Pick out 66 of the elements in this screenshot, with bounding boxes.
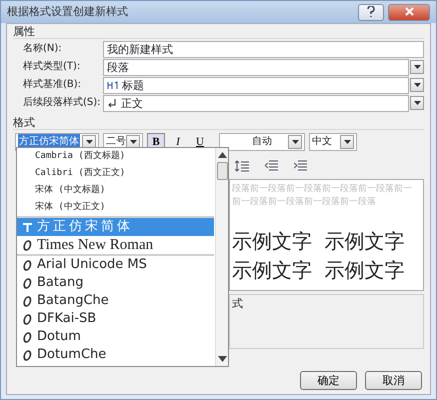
caret-icon (86, 140, 92, 144)
scrollbar-thumb[interactable] (216, 162, 228, 180)
ok-button[interactable]: 确定 (300, 371, 357, 390)
font-list-item[interactable]: DFKai-SB (17, 310, 214, 328)
font-list-item[interactable]: Batang (17, 274, 214, 292)
field-value: 段落 (107, 60, 130, 74)
caret-icon (414, 101, 420, 105)
window-title: 根据格式设置创建新样式 (7, 5, 128, 19)
italic-button[interactable]: I (169, 133, 187, 151)
input-field[interactable]: 我的新建样式 (103, 40, 424, 58)
font-color-combo-box[interactable]: 自动 (219, 133, 305, 151)
combo-box[interactable]: 正文 (103, 94, 409, 112)
field-label: 样式基准(B): (22, 78, 82, 92)
caret-icon (130, 140, 136, 144)
underline-button[interactable]: U (191, 133, 209, 151)
opentype-font-icon (21, 350, 33, 360)
return-arrow-icon (107, 98, 117, 108)
opentype-font-icon (21, 260, 33, 270)
combo-box[interactable]: 标题 (103, 76, 409, 94)
font-list-item[interactable]: Arial Unicode MS (17, 256, 214, 274)
field-label: 后续段落样式(S): (22, 96, 102, 110)
caret-icon (344, 140, 350, 144)
heading-style-icon (107, 80, 118, 90)
dropdown-arrow-button[interactable] (410, 60, 424, 74)
help-button[interactable] (358, 4, 384, 20)
close-icon (404, 7, 414, 16)
help-icon (367, 6, 375, 18)
section-heading: 属性 (13, 25, 424, 39)
font-list-item[interactable]: DotumChe (17, 346, 214, 364)
font-list-item[interactable]: 宋体 (中文标题) (17, 182, 214, 199)
font-list-item[interactable]: 宋体 (中文正文) (17, 199, 214, 216)
opentype-font-icon (21, 278, 33, 288)
decrease-indent-icon[interactable] (265, 160, 278, 172)
dropdown-arrow-button[interactable] (410, 78, 424, 92)
cancel-button[interactable]: 取消 (365, 371, 422, 390)
dropdown-arrow-button[interactable] (410, 96, 424, 110)
caret-icon (414, 83, 420, 87)
dropdown-arrow-button[interactable] (340, 135, 354, 149)
font-list-item[interactable]: Calibri (西文正文) (17, 165, 214, 182)
field-value: 我的新建样式 (107, 42, 174, 56)
field-label: 样式类型(T): (22, 60, 82, 74)
caret-icon (414, 65, 420, 69)
sample-text: 示例文字 示例文字 (232, 257, 406, 284)
close-button[interactable] (388, 4, 430, 20)
style-description: 式 (232, 297, 243, 310)
sample-text: 示例文字 示例文字 (232, 228, 406, 255)
dropdown-arrow-button[interactable] (288, 135, 302, 149)
opentype-font-icon (21, 332, 33, 342)
scroll-down-icon[interactable] (218, 356, 227, 362)
combo-box[interactable]: 段落 (103, 58, 409, 76)
field-value: 正文 (121, 96, 144, 110)
field-label: 名称(N): (22, 42, 63, 56)
font-list-item[interactable]: Times New Roman (17, 236, 214, 254)
opentype-font-icon (21, 296, 33, 306)
language-combo-box[interactable]: 中文 (309, 133, 357, 151)
font-list-item[interactable]: Cambria (西文标题) (17, 148, 214, 165)
font-list-item[interactable]: Dotum (17, 328, 214, 346)
line-spacing-icon[interactable] (235, 160, 249, 172)
increase-indent-icon[interactable] (294, 160, 307, 172)
font-list-item[interactable]: BatangChe (17, 292, 214, 310)
opentype-font-icon (21, 314, 33, 324)
truetype-font-icon (21, 222, 33, 232)
section-heading: 格式 (13, 116, 424, 130)
caret-icon (292, 140, 298, 144)
opentype-font-icon (21, 240, 33, 250)
field-value: 标题 (122, 78, 145, 92)
